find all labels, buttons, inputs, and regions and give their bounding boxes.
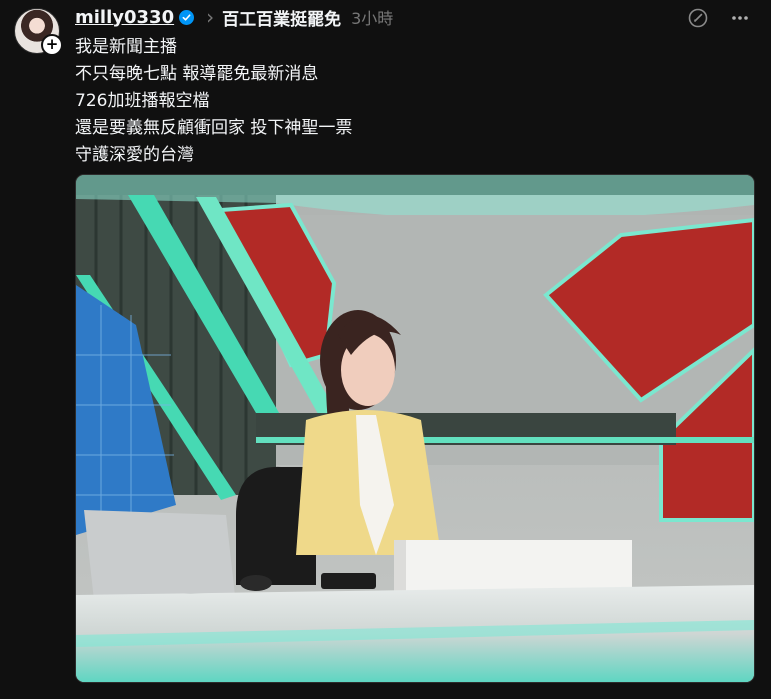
plus-icon[interactable]: + xyxy=(41,34,63,56)
news-anchor-studio-photo xyxy=(76,175,754,682)
post-text-line: 還是要義無反顧衝回家 投下神聖一票 xyxy=(75,118,353,138)
post-header: milly0330 › 百工百業挺罷免 3小時 xyxy=(75,4,393,30)
verified-badge-icon xyxy=(179,9,195,25)
more-horizontal-icon[interactable] xyxy=(728,6,752,30)
post-image[interactable] xyxy=(75,174,755,683)
post-text-line: 不只每晚七點 報導罷免最新消息 xyxy=(75,64,319,84)
post-text-line: 守護深愛的台灣 xyxy=(75,145,194,165)
topic-tag[interactable]: 百工百業挺罷免 xyxy=(222,5,341,30)
author-avatar[interactable]: + xyxy=(14,8,63,56)
edit-icon[interactable] xyxy=(686,6,710,30)
post-text-line: 我是新聞主播 xyxy=(75,37,177,57)
post-text-line: 726加班播報空檔 xyxy=(75,91,210,111)
chevron-right-icon: › xyxy=(206,5,215,29)
post-text: 我是新聞主播 不只每晚七點 報導罷免最新消息 726加班播報空檔 還是要義無反顧… xyxy=(75,34,352,169)
username[interactable]: milly0330 xyxy=(75,7,174,28)
post-time[interactable]: 3小時 xyxy=(351,5,393,29)
